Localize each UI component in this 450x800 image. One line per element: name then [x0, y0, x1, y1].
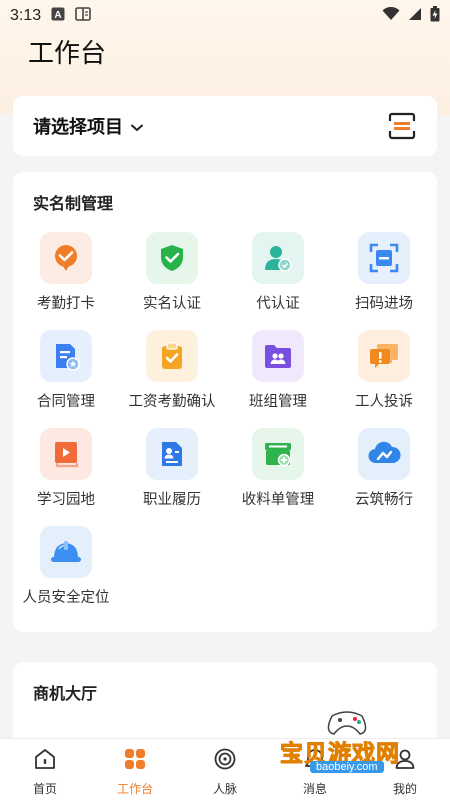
attendance-check-icon: [40, 232, 92, 284]
feature-tile-label: 人员安全定位: [22, 590, 110, 606]
feature-tile-label: 云筑畅行: [355, 492, 413, 508]
tab-contacts[interactable]: 人脉: [180, 739, 270, 800]
realname-management-card: 实名制管理 考勤打卡 实名认证 代认证 扫码进场合同管理 工资考勤确认 班组管理 工人投诉学…: [13, 172, 437, 632]
shield-check-icon: [146, 232, 198, 284]
feature-tile-label: 扫码进场: [355, 296, 413, 312]
feature-tile-label: 职业履历: [143, 492, 201, 508]
chevron-down-icon[interactable]: [131, 117, 143, 136]
user-verify-icon: [252, 232, 304, 284]
feature-tile[interactable]: 班组管理: [225, 330, 331, 415]
feature-tile-label: 工资考勤确认: [128, 394, 216, 410]
feature-tile[interactable]: 工资考勤确认: [119, 330, 225, 415]
feature-tile[interactable]: 收料单管理: [225, 428, 331, 513]
feature-tile-label: 班组管理: [249, 394, 307, 410]
feature-tile-label: 学习园地: [37, 492, 95, 508]
a-notification-icon: A: [51, 7, 65, 25]
tab-label: 工作台: [116, 782, 153, 796]
cloud-icon: [358, 428, 410, 480]
section-title-business: 商机大厅: [33, 684, 98, 703]
feature-tile[interactable]: 云筑畅行: [331, 428, 437, 513]
feature-tile[interactable]: 人员安全定位: [13, 526, 119, 611]
complaint-chat-icon: [358, 330, 410, 382]
feature-tile[interactable]: 工人投诉: [331, 330, 437, 415]
feature-tile-label: 合同管理: [37, 394, 95, 410]
team-folder-icon: [252, 330, 304, 382]
tab-label: 人脉: [212, 782, 237, 796]
scan-code-icon: [358, 232, 410, 284]
feature-tile[interactable]: 职业履历: [119, 428, 225, 513]
grid-apps-icon: [123, 747, 147, 775]
feature-tile-label: 代认证: [256, 296, 300, 312]
feature-tile-label: 考勤打卡: [37, 296, 95, 312]
helmet-icon: [40, 526, 92, 578]
feature-tile[interactable]: 实名认证: [119, 232, 225, 317]
page-title: 工作台: [28, 39, 107, 69]
watermark-logo: 宝贝游戏网 baobeiy.com: [270, 708, 450, 780]
feature-tile-label: 收料单管理: [241, 492, 315, 508]
tab-grid-apps[interactable]: 工作台: [90, 739, 180, 800]
feature-tile-label: 实名认证: [143, 296, 201, 312]
feature-tile[interactable]: 合同管理: [13, 330, 119, 415]
section-title-realname: 实名制管理: [33, 194, 114, 213]
tab-label: 消息: [302, 782, 327, 796]
contacts-icon: [213, 747, 237, 775]
project-selector-label[interactable]: 请选择项目: [33, 113, 123, 139]
feature-tile-label: 工人投诉: [355, 394, 413, 410]
home-icon: [33, 747, 57, 775]
status-time: 3:13: [10, 7, 42, 24]
feature-tile[interactable]: 考勤打卡: [13, 232, 119, 317]
contract-icon: [40, 330, 92, 382]
status-bar: 3:13 A: [0, 0, 450, 32]
watermark-url: baobeiy.com: [310, 761, 384, 773]
feature-tile[interactable]: 扫码进场: [331, 232, 437, 317]
scan-icon[interactable]: [387, 111, 417, 141]
book-notification-icon: [75, 7, 91, 25]
receipt-box-icon: [252, 428, 304, 480]
realname-grid: 考勤打卡 实名认证 代认证 扫码进场合同管理 工资考勤确认 班组管理 工人投诉学习园地 职业履…: [13, 232, 437, 611]
svg-text:A: A: [55, 10, 62, 21]
resume-icon: [146, 428, 198, 480]
wifi-icon: [382, 6, 400, 25]
feature-tile[interactable]: 学习园地: [13, 428, 119, 513]
project-selector-card: 请选择项目: [13, 96, 437, 156]
feature-tile[interactable]: 代认证: [225, 232, 331, 317]
battery-charging-icon: [430, 6, 440, 26]
signal-icon: [408, 7, 422, 25]
tab-label: 首页: [32, 782, 57, 796]
clipboard-check-icon: [146, 330, 198, 382]
tab-label: 我的: [392, 782, 417, 796]
tab-home[interactable]: 首页: [0, 739, 90, 800]
video-book-icon: [40, 428, 92, 480]
